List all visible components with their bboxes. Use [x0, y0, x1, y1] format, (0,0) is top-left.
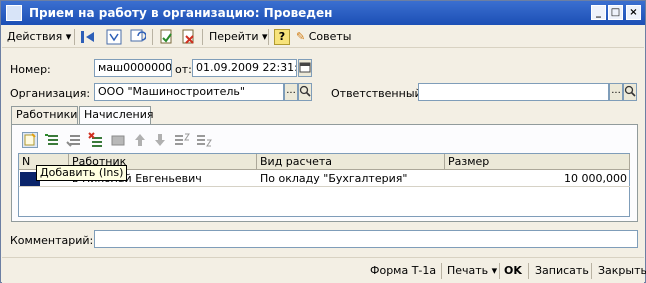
- tips-icon: ✎: [296, 30, 306, 43]
- responsible-label: Ответственный:: [331, 87, 426, 100]
- accruals-panel: N Работник Вид расчета Размер в Николай …: [11, 124, 638, 222]
- help-icon[interactable]: ?: [274, 29, 290, 45]
- minimize-button[interactable]: _: [591, 5, 606, 20]
- sort-ascending-icon[interactable]: [174, 132, 190, 148]
- move-up-icon[interactable]: [132, 132, 148, 148]
- responsible-open-icon[interactable]: [623, 83, 637, 101]
- goto-menu[interactable]: Перейти ▾: [209, 29, 268, 45]
- column-header-calc-type[interactable]: Вид расчета: [257, 154, 445, 170]
- close-window-button[interactable]: ×: [626, 5, 641, 20]
- tips-button[interactable]: ✎ Советы: [296, 29, 351, 45]
- toolbar-separator: [268, 29, 269, 45]
- chevron-down-icon: ▾: [491, 264, 498, 277]
- organization-select-button[interactable]: ...: [284, 83, 298, 101]
- column-header-amount[interactable]: Размер: [445, 154, 630, 170]
- responsible-select-button[interactable]: ...: [609, 83, 623, 101]
- unpost-document-icon[interactable]: [180, 29, 196, 45]
- document-window: Прием на работу в организацию: Проведен …: [0, 0, 646, 283]
- organization-field[interactable]: ООО "Машиностроитель": [94, 83, 284, 101]
- actions-menu-label: Действия: [7, 30, 63, 43]
- toolbar-separator: [74, 29, 75, 45]
- title-bar[interactable]: Прием на работу в организацию: Проведен …: [1, 1, 645, 25]
- actions-menu[interactable]: Действия ▾: [7, 29, 71, 45]
- refresh-icon[interactable]: [130, 29, 147, 45]
- print-menu[interactable]: Печать ▾: [447, 263, 497, 279]
- window-title: Прием на работу в организацию: Проведен: [29, 6, 333, 20]
- move-down-icon[interactable]: [152, 132, 168, 148]
- toolbar-separator: [528, 263, 529, 279]
- delete-row-icon[interactable]: [88, 132, 104, 148]
- date-field[interactable]: 01.09.2009 22:31:24: [192, 59, 297, 77]
- number-field[interactable]: маш00000001: [94, 59, 172, 77]
- comment-field[interactable]: [94, 230, 638, 248]
- structure-icon[interactable]: [106, 29, 122, 45]
- row-cell-calc-type[interactable]: По окладу "Бухгалтерия": [257, 171, 445, 187]
- date-label: от:: [175, 63, 192, 76]
- chevron-down-icon: ▾: [262, 30, 268, 43]
- add-row-tooltip: Добавить (Ins): [36, 165, 128, 181]
- go-back-icon[interactable]: [80, 29, 96, 45]
- calendar-icon[interactable]: [298, 59, 312, 77]
- chevron-down-icon: ▾: [65, 30, 72, 43]
- print-menu-label: Печать: [447, 264, 489, 277]
- ok-button[interactable]: OK: [504, 263, 522, 279]
- comment-label: Комментарий:: [10, 234, 94, 247]
- document-icon: [6, 5, 22, 21]
- maximize-button[interactable]: □: [608, 5, 623, 20]
- end-edit-icon[interactable]: [110, 132, 126, 148]
- edit-row-icon[interactable]: [66, 132, 82, 148]
- copy-row-icon[interactable]: [44, 132, 60, 148]
- tab-employees[interactable]: Работники: [11, 106, 78, 124]
- toolbar-separator: [499, 263, 500, 279]
- toolbar-separator: [202, 29, 203, 45]
- sort-descending-icon[interactable]: [196, 132, 212, 148]
- toolbar-separator: [591, 263, 592, 279]
- toolbar-separator: [152, 29, 153, 45]
- organization-label: Организация:: [10, 87, 91, 100]
- bottom-command-bar: Форма Т-1а Печать ▾ OK Записать Закрыть: [2, 257, 646, 283]
- goto-menu-label: Перейти: [209, 30, 259, 43]
- number-label: Номер:: [10, 63, 51, 76]
- responsible-field[interactable]: [418, 83, 609, 101]
- toolbar-separator: [441, 263, 442, 279]
- tab-accruals[interactable]: Начисления: [79, 106, 153, 125]
- close-button[interactable]: Закрыть: [598, 263, 646, 279]
- form-t1a-button[interactable]: Форма Т-1а: [370, 263, 436, 279]
- post-document-icon[interactable]: [158, 29, 174, 45]
- tips-button-label: Советы: [308, 30, 352, 43]
- add-row-icon[interactable]: [22, 132, 38, 148]
- organization-open-icon[interactable]: [298, 83, 312, 101]
- row-cell-amount[interactable]: 10 000,000: [445, 171, 630, 187]
- accruals-table: N Работник Вид расчета Размер в Николай …: [18, 153, 630, 217]
- toolbar: Действия ▾ Перейти ▾ ? ✎ Советы: [2, 26, 644, 48]
- save-button[interactable]: Записать: [535, 263, 589, 279]
